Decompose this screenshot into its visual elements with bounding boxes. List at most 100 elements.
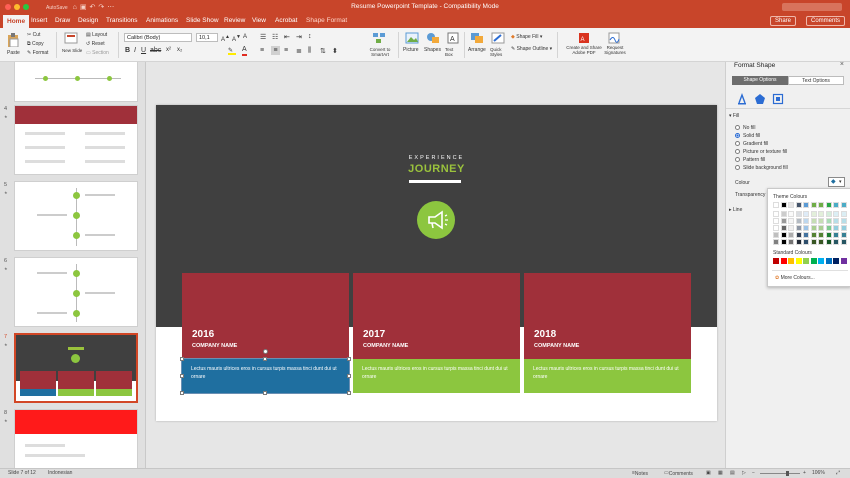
theme-colour-swatch[interactable] — [825, 218, 832, 224]
request-signatures-icon[interactable] — [608, 32, 620, 44]
paste-icon[interactable] — [7, 33, 19, 47]
theme-colour-swatch[interactable] — [825, 225, 832, 231]
slide-thumbnail[interactable] — [14, 181, 138, 251]
tab-transitions[interactable]: Transitions — [106, 17, 138, 24]
theme-colour-swatch[interactable] — [795, 225, 802, 231]
sorter-view-icon[interactable]: ▦ — [718, 470, 723, 476]
theme-colour-swatch[interactable] — [825, 211, 832, 217]
standard-colour-swatch[interactable] — [795, 258, 802, 264]
superscript-icon[interactable]: x² — [166, 47, 171, 53]
theme-colour-swatch[interactable] — [773, 202, 779, 208]
strikethrough-icon[interactable]: abc — [150, 47, 161, 54]
tab-review[interactable]: Review — [224, 17, 245, 24]
resize-handle[interactable] — [180, 374, 184, 378]
copy-button[interactable]: ⧉ Copy — [27, 41, 44, 47]
columns-icon[interactable]: ⫼ — [308, 47, 311, 55]
grow-font-icon[interactable]: A▲ — [221, 34, 230, 43]
clear-format-icon[interactable]: A — [243, 34, 247, 40]
line-section-header[interactable]: ▸ Line — [729, 207, 742, 213]
slide-thumbnail[interactable] — [14, 257, 138, 327]
smartart-icon[interactable] — [372, 32, 386, 44]
zoom-level[interactable]: 106% — [812, 470, 825, 476]
theme-colour-swatch[interactable] — [780, 239, 787, 245]
timeline-card-description-selected[interactable]: Lectus mauris ultrices eros in cursus tu… — [181, 358, 350, 394]
theme-colour-swatch[interactable] — [825, 202, 832, 208]
effects-icon[interactable] — [754, 93, 766, 105]
standard-colour-swatch[interactable] — [825, 258, 832, 264]
theme-colour-swatch[interactable] — [788, 232, 794, 238]
card-company[interactable]: COMPANY NAME — [534, 343, 579, 349]
solid-fill-radio[interactable] — [735, 133, 740, 138]
tab-shape-options[interactable]: Shape Options — [732, 76, 788, 85]
theme-colour-swatch[interactable] — [788, 211, 794, 217]
theme-colour-swatch[interactable] — [803, 225, 809, 231]
close-icon[interactable]: × — [840, 61, 844, 68]
tab-shape-format[interactable]: Shape Format — [306, 17, 347, 24]
shapes-icon[interactable] — [426, 32, 440, 44]
theme-colour-swatch[interactable] — [810, 202, 817, 208]
theme-colour-swatch[interactable] — [840, 232, 847, 238]
theme-colour-swatch[interactable] — [788, 218, 794, 224]
decrease-indent-icon[interactable]: ⇤ — [284, 33, 290, 41]
layout-button[interactable]: ▤ Layout — [86, 32, 107, 38]
font-name-select[interactable]: Calibri (Body) — [124, 33, 192, 42]
pattern-fill-radio[interactable] — [735, 157, 740, 162]
theme-colour-swatch[interactable] — [833, 211, 839, 217]
fit-to-window-icon[interactable]: ⤢ — [836, 470, 840, 476]
theme-colour-swatch[interactable] — [818, 232, 824, 238]
theme-colour-swatch[interactable] — [795, 239, 802, 245]
theme-colour-swatch[interactable] — [803, 211, 809, 217]
numbering-icon[interactable]: ☷ — [272, 33, 278, 41]
comments-button[interactable]: Comments — [806, 16, 846, 26]
tab-view[interactable]: View — [252, 17, 266, 24]
request-signatures-label[interactable]: Request Signatures — [600, 45, 630, 55]
tab-acrobat[interactable]: Acrobat — [275, 17, 297, 24]
megaphone-badge[interactable] — [417, 201, 455, 239]
timeline-card-top[interactable]: 2018 COMPANY NAME — [524, 273, 691, 359]
standard-colour-swatch[interactable] — [773, 258, 779, 264]
size-properties-icon[interactable] — [772, 93, 784, 105]
card-company[interactable]: COMPANY NAME — [192, 343, 237, 349]
underline-icon[interactable]: U — [141, 47, 146, 54]
theme-colour-swatch[interactable] — [795, 202, 802, 208]
slide-thumbnail[interactable] — [14, 62, 138, 102]
picture-fill-label[interactable]: Picture or texture fill — [743, 149, 787, 155]
font-color-icon[interactable]: A — [242, 46, 247, 56]
share-button[interactable]: Share — [770, 16, 797, 26]
theme-colour-swatch[interactable] — [825, 232, 832, 238]
format-painter-button[interactable]: ✎ Format — [27, 50, 48, 56]
notes-button[interactable]: ≡ Notes — [632, 470, 648, 477]
shapes-label[interactable]: Shapes — [424, 47, 441, 53]
theme-colour-swatch[interactable] — [780, 202, 787, 208]
theme-colour-swatch[interactable] — [780, 225, 787, 231]
shape-outline-button[interactable]: ✎ Shape Outline ▾ — [511, 46, 552, 52]
standard-colour-swatch[interactable] — [810, 258, 817, 264]
card-year[interactable]: 2017 — [363, 329, 385, 340]
card-year[interactable]: 2018 — [534, 329, 556, 340]
card-description[interactable]: Lectus mauris ultrices eros in cursus tu… — [191, 365, 341, 381]
theme-colour-swatch[interactable] — [818, 218, 824, 224]
zoom-slider[interactable] — [760, 471, 800, 476]
theme-colour-swatch[interactable] — [818, 239, 824, 245]
quick-styles-icon[interactable] — [491, 32, 505, 44]
align-right-icon[interactable]: ≡ — [284, 47, 288, 54]
theme-colour-swatch[interactable] — [773, 225, 779, 231]
highlight-icon[interactable]: ✎ — [228, 47, 236, 55]
theme-colour-swatch[interactable] — [803, 239, 809, 245]
pattern-fill-label[interactable]: Pattern fill — [743, 157, 765, 163]
bold-icon[interactable]: B — [125, 47, 130, 54]
theme-colour-swatch[interactable] — [810, 218, 817, 224]
tab-draw[interactable]: Draw — [55, 17, 70, 24]
theme-colour-swatch[interactable] — [818, 225, 824, 231]
increase-indent-icon[interactable]: ⇥ — [296, 33, 302, 41]
theme-colour-swatch[interactable] — [803, 202, 809, 208]
reading-view-icon[interactable]: ▤ — [730, 470, 735, 476]
align-left-icon[interactable]: ≡ — [260, 47, 264, 54]
resize-handle[interactable] — [180, 391, 184, 395]
standard-colour-swatch[interactable] — [840, 258, 847, 264]
standard-colour-swatch[interactable] — [780, 258, 787, 264]
theme-colour-swatch[interactable] — [818, 211, 824, 217]
quick-styles-label[interactable]: Quick Styles — [490, 47, 508, 57]
theme-colour-swatch[interactable] — [833, 218, 839, 224]
timeline-card-top[interactable]: 2016 COMPANY NAME — [182, 273, 349, 359]
